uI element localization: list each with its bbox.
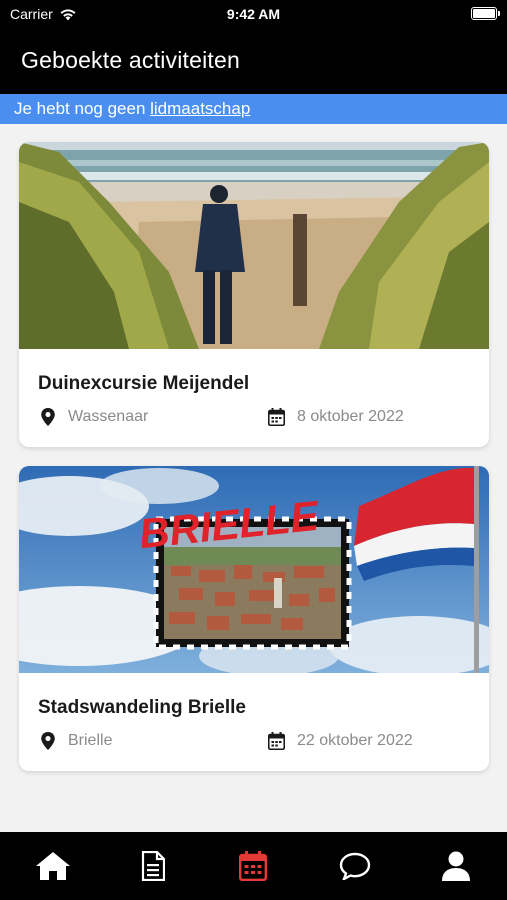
location-pin-icon	[41, 732, 55, 750]
activity-location: Brielle	[40, 732, 112, 750]
activity-location: Wassenaar	[40, 408, 148, 426]
activity-date: 8 oktober 2022	[268, 408, 404, 426]
calendar-icon	[239, 851, 267, 881]
activity-title: Stadswandeling Brielle	[38, 697, 246, 718]
location-pin-icon	[41, 408, 55, 426]
date-label: 8 oktober 2022	[297, 408, 404, 425]
tab-documents[interactable]	[133, 848, 173, 884]
location-label: Brielle	[68, 732, 113, 749]
activity-date: 22 oktober 2022	[268, 732, 413, 750]
tab-calendar[interactable]	[233, 848, 273, 884]
status-bar: Carrier 9:42 AM	[0, 0, 507, 28]
user-icon	[442, 851, 470, 881]
activity-image-dunes	[19, 142, 489, 349]
chat-icon	[339, 852, 371, 880]
battery-icon	[471, 7, 500, 20]
membership-banner: Je hebt nog geen lidmaatschap	[0, 94, 507, 124]
document-icon	[141, 851, 165, 881]
home-icon	[36, 852, 70, 880]
page-title: Geboekte activiteiten	[21, 47, 240, 73]
activity-title: Duinexcursie Meijendel	[38, 373, 250, 394]
clock: 9:42 AM	[226, 6, 281, 22]
date-label: 22 oktober 2022	[297, 732, 413, 749]
membership-link[interactable]: lidmaatschap	[150, 99, 250, 118]
tab-bar	[0, 832, 507, 900]
activity-card[interactable]: BRIELLE Stadswandeling Brielle Brielle 2…	[19, 466, 489, 771]
membership-text: Je hebt nog geen	[14, 99, 151, 118]
activity-card[interactable]: Duinexcursie Meijendel Wassenaar 8 oktob…	[19, 142, 489, 447]
nav-header: Geboekte activiteiten	[0, 28, 507, 94]
tab-messages[interactable]	[335, 848, 375, 884]
location-label: Wassenaar	[68, 408, 149, 425]
activity-image-brielle: BRIELLE	[19, 466, 489, 673]
tab-home[interactable]	[33, 848, 73, 884]
tab-profile[interactable]	[436, 848, 476, 884]
calendar-icon	[268, 732, 285, 750]
calendar-icon	[268, 408, 285, 426]
